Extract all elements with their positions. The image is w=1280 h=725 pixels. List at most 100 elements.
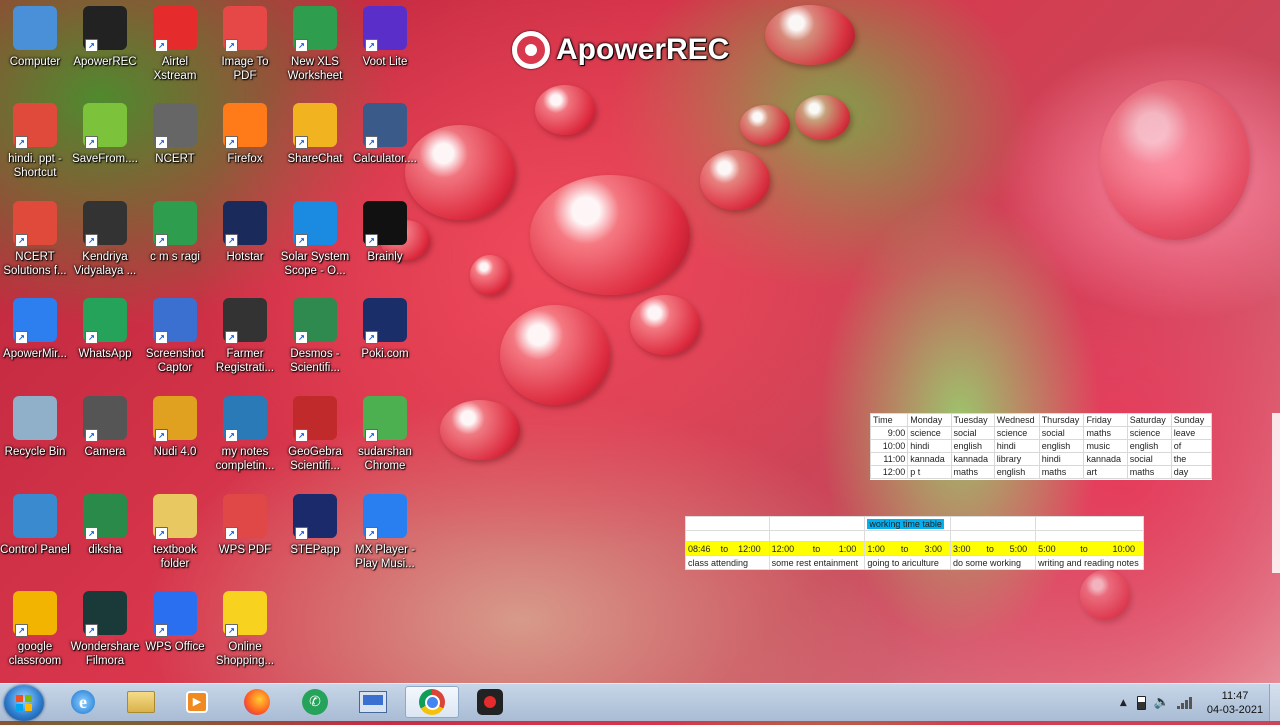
- show-hidden-icons-icon[interactable]: ▲: [1120, 698, 1127, 708]
- desktop-icon[interactable]: ↗ NCERT: [139, 103, 211, 166]
- desktop-icon[interactable]: ↗ c m s ragi: [139, 201, 211, 264]
- desktop-icon[interactable]: ↗ Wondershare Filmora: [69, 591, 141, 668]
- start-button[interactable]: [4, 685, 44, 721]
- working-table-activity-cell[interactable]: some rest entainment: [768, 555, 866, 570]
- timetable-cell[interactable]: day: [1170, 465, 1213, 479]
- desktop-icon[interactable]: ↗ New XLS Worksheet: [279, 6, 351, 83]
- taskbar-firefox-icon[interactable]: [230, 686, 284, 718]
- timetable-cell[interactable]: leave: [1170, 426, 1213, 440]
- timetable-header-cell[interactable]: Friday: [1083, 413, 1128, 427]
- desktop-icon[interactable]: ↗ NCERT Solutions f...: [0, 201, 71, 278]
- taskbar-media-player-icon[interactable]: ▶: [170, 686, 224, 718]
- working-table-activity-cell[interactable]: class attending: [685, 555, 770, 570]
- timetable-header-cell[interactable]: Monday: [907, 413, 952, 427]
- timetable-cell[interactable]: p t: [907, 465, 952, 479]
- desktop-icon[interactable]: ↗ google classroom: [0, 591, 71, 668]
- working-table-activity-cell[interactable]: writing and reading notes: [1035, 555, 1144, 570]
- timetable-header-cell[interactable]: Tuesday: [950, 413, 995, 427]
- desktop-icon[interactable]: ↗ hindi. ppt - Shortcut: [0, 103, 71, 180]
- desktop-icon[interactable]: ↗ MX Player - Play Musi...: [349, 494, 421, 571]
- desktop-icon[interactable]: ↗ ApowerREC: [69, 6, 141, 69]
- timetable-cell[interactable]: library: [993, 452, 1040, 466]
- working-table-activity-cell[interactable]: do some working: [950, 555, 1037, 570]
- timetable-cell[interactable]: hindi: [993, 439, 1040, 453]
- desktop-icon[interactable]: ↗ Image To PDF: [209, 6, 281, 83]
- timetable-sheet[interactable]: Time Monday Tuesday Wednesd Thursday Friday Sa…: [869, 413, 1213, 480]
- desktop-icon[interactable]: ↗ STEPapp: [279, 494, 351, 557]
- timetable-header-cell[interactable]: Wednesd: [993, 413, 1040, 427]
- timetable-cell[interactable]: kannada: [1083, 452, 1128, 466]
- show-desktop-button[interactable]: [1269, 684, 1280, 721]
- working-table-activity-cell[interactable]: going to ariculture: [864, 555, 952, 570]
- desktop-icon[interactable]: ↗ Voot Lite: [349, 6, 421, 69]
- desktop-icon[interactable]: ↗ Camera: [69, 396, 141, 459]
- timetable-cell[interactable]: the: [1170, 452, 1213, 466]
- timetable-cell[interactable]: science: [1126, 426, 1172, 440]
- timetable-cell[interactable]: 10:00: [869, 439, 909, 453]
- desktop-icon[interactable]: ↗ Online Shopping...: [209, 591, 281, 668]
- network-signal-icon[interactable]: [1177, 696, 1193, 709]
- timetable-cell[interactable]: hindi: [907, 439, 952, 453]
- working-table-time-cell[interactable]: 1:00 to 3:00: [864, 541, 952, 556]
- desktop-icon[interactable]: ↗ SaveFrom....: [69, 103, 141, 166]
- timetable-cell[interactable]: social: [1038, 426, 1085, 440]
- taskbar-screenshot-icon[interactable]: [346, 686, 400, 718]
- desktop-icon[interactable]: ↗ Poki.com: [349, 298, 421, 361]
- desktop-icon[interactable]: ↗ WhatsApp: [69, 298, 141, 361]
- timetable-cell[interactable]: science: [907, 426, 952, 440]
- taskbar-whatsapp-icon[interactable]: ✆: [288, 686, 342, 718]
- timetable-cell[interactable]: music: [1083, 439, 1128, 453]
- taskbar-apowerrec-icon[interactable]: [463, 686, 517, 718]
- desktop-icon[interactable]: ↗ WPS PDF: [209, 494, 281, 557]
- timetable-header-cell[interactable]: Sunday: [1170, 413, 1213, 427]
- desktop-icon[interactable]: ↗ ShareChat: [279, 103, 351, 166]
- desktop-icon[interactable]: ↗ Nudi 4.0: [139, 396, 211, 459]
- timetable-cell[interactable]: maths: [950, 465, 995, 479]
- desktop-icon[interactable]: ↗ WPS Office: [139, 591, 211, 654]
- timetable-cell[interactable]: kannada: [907, 452, 952, 466]
- desktop-icon[interactable]: ↗ Desmos - Scientifi...: [279, 298, 351, 375]
- desktop-icon[interactable]: ↗ Brainly: [349, 201, 421, 264]
- volume-icon[interactable]: 🔈: [1154, 695, 1170, 710]
- desktop-icon[interactable]: Recycle Bin: [0, 396, 71, 459]
- working-table-cell[interactable]: [768, 530, 866, 542]
- desktop-icon[interactable]: ↗ my notes completin...: [209, 396, 281, 473]
- timetable-header-cell[interactable]: Time: [869, 413, 909, 427]
- desktop-icon[interactable]: ↗ GeoGebra Scientifi...: [279, 396, 351, 473]
- working-table-time-cell[interactable]: 5:00 to 10:00: [1035, 541, 1144, 556]
- working-time-table-sheet[interactable]: working time table 08:46 to 12:00 12:00 to 1:0…: [685, 516, 1144, 570]
- working-table-cell[interactable]: [685, 530, 770, 542]
- desktop-icon[interactable]: ↗ Farmer Registrati...: [209, 298, 281, 375]
- desktop-icon[interactable]: ↗ Firefox: [209, 103, 281, 166]
- timetable-cell[interactable]: art: [1083, 465, 1128, 479]
- timetable-cell[interactable]: english: [950, 439, 995, 453]
- desktop-icon[interactable]: ↗ ApowerMir...: [0, 298, 71, 361]
- desktop-icon[interactable]: ↗ Solar System Scope - O...: [279, 201, 351, 278]
- working-table-time-cell[interactable]: 12:00 to 1:00: [768, 541, 866, 556]
- timetable-cell[interactable]: 9:00: [869, 426, 909, 440]
- timetable-cell[interactable]: social: [950, 426, 995, 440]
- working-table-cell[interactable]: [768, 516, 866, 531]
- desktop-icon[interactable]: ↗ Kendriya Vidyalaya ...: [69, 201, 141, 278]
- timetable-cell[interactable]: maths: [1126, 465, 1172, 479]
- working-table-cell[interactable]: [950, 516, 1037, 531]
- timetable-header-cell[interactable]: Saturday: [1126, 413, 1172, 427]
- timetable-cell[interactable]: kannada: [950, 452, 995, 466]
- taskbar-explorer-icon[interactable]: [114, 686, 168, 718]
- working-table-cell[interactable]: [950, 530, 1037, 542]
- desktop-icon[interactable]: ↗ Airtel Xstream: [139, 6, 211, 83]
- desktop-icon[interactable]: ↗ Calculator....: [349, 103, 421, 166]
- desktop-icon[interactable]: Computer: [0, 6, 71, 69]
- timetable-cell[interactable]: english: [1126, 439, 1172, 453]
- working-table-cell[interactable]: [685, 516, 770, 531]
- working-table-cell[interactable]: [1035, 530, 1144, 542]
- timetable-cell[interactable]: science: [993, 426, 1040, 440]
- working-table-cell[interactable]: [864, 530, 952, 542]
- desktop-icon[interactable]: ↗ Hotstar: [209, 201, 281, 264]
- taskbar-chrome-icon[interactable]: [405, 686, 459, 718]
- timetable-cell[interactable]: of: [1170, 439, 1213, 453]
- desktop-icon[interactable]: ↗ Screenshot Captor: [139, 298, 211, 375]
- timetable-cell[interactable]: social: [1126, 452, 1172, 466]
- battery-icon[interactable]: [1136, 695, 1146, 710]
- working-table-cell[interactable]: [1035, 516, 1144, 531]
